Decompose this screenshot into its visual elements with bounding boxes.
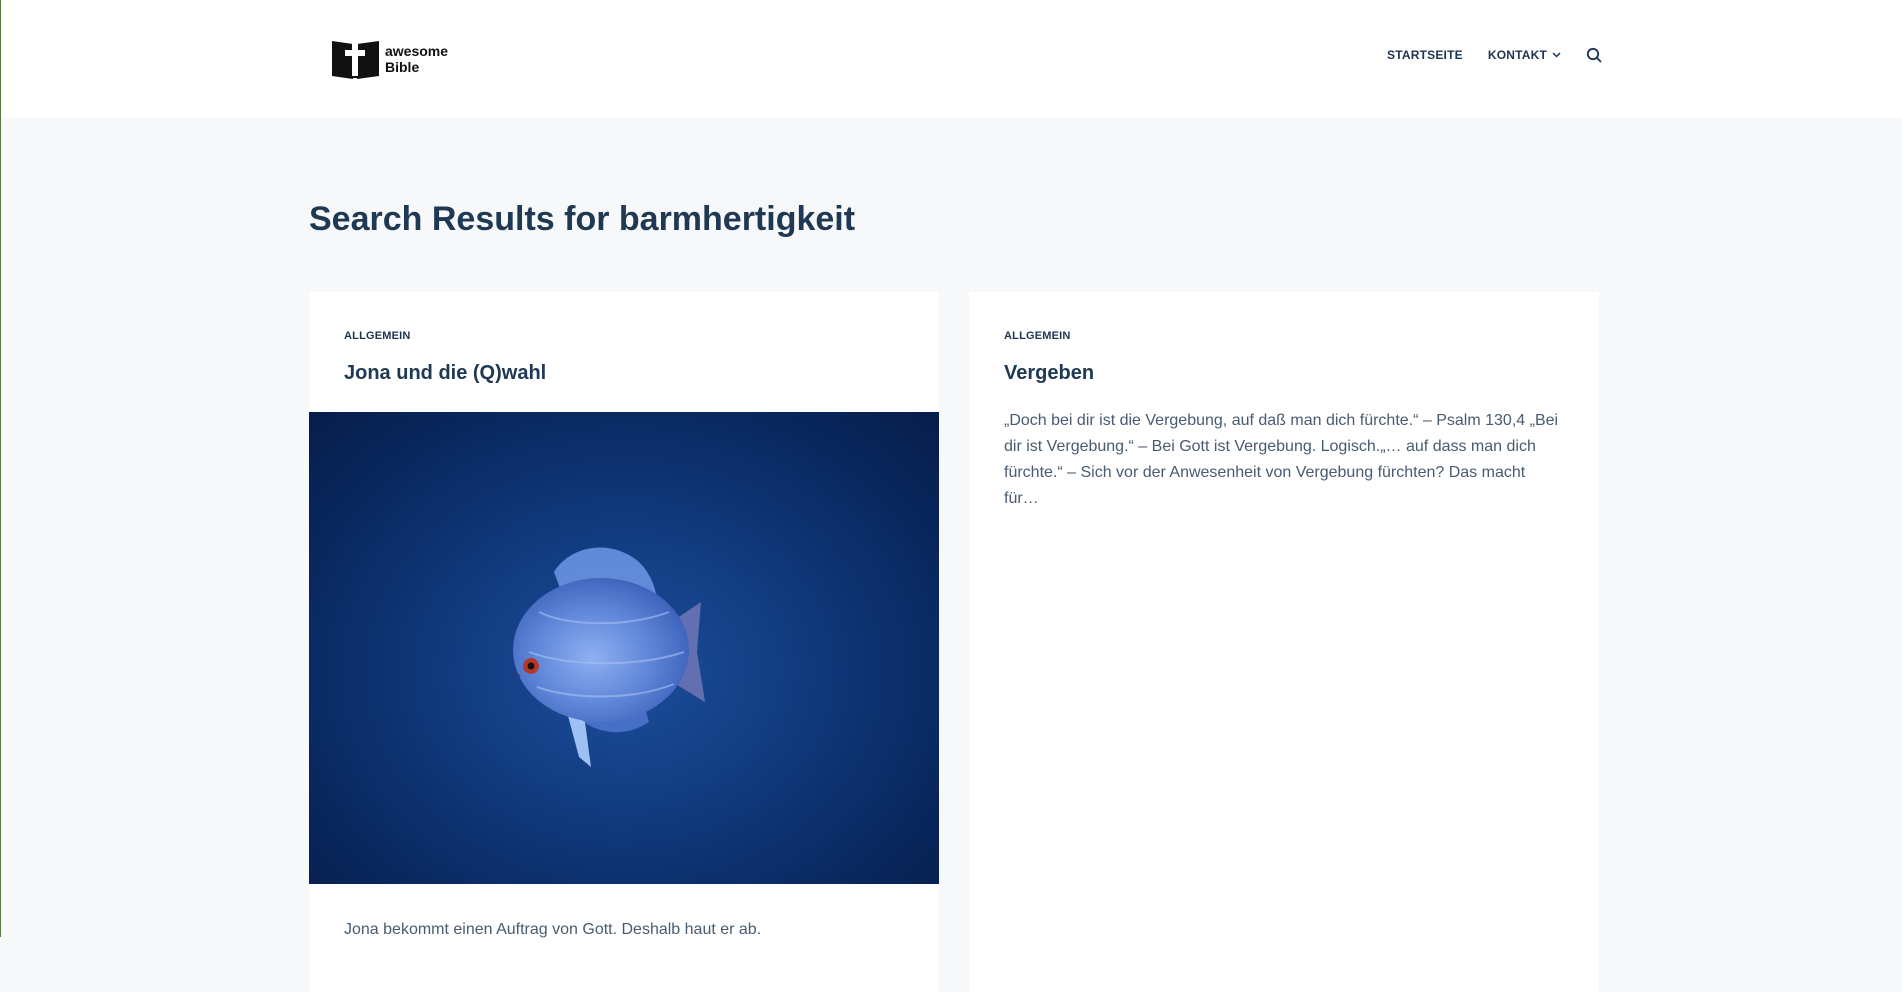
post-title[interactable]: Jona und die (Q)wahl xyxy=(344,362,546,385)
post-card: ALLGEMEIN Jona und die (Q)wahl Jona beko… xyxy=(309,292,939,992)
site-logo[interactable]: awesome Bible xyxy=(331,38,448,80)
post-card: ALLGEMEIN Vergeben „Doch bei dir ist die… xyxy=(969,292,1599,992)
post-excerpt: „Doch bei dir ist die Vergebung, auf daß… xyxy=(1004,412,1559,507)
post-category[interactable]: ALLGEMEIN xyxy=(344,330,411,342)
fish-image xyxy=(512,547,705,767)
main-content: Search Results for barmhertigkeit ALLGEM… xyxy=(309,118,1600,992)
window-edge xyxy=(0,0,1,937)
logo-text: awesome Bible xyxy=(385,43,448,75)
post-thumbnail[interactable] xyxy=(309,412,939,884)
main-navigation: STARTSEITE KONTAKT xyxy=(1387,47,1602,63)
chevron-down-icon xyxy=(1552,52,1561,58)
nav-item-startseite[interactable]: STARTSEITE xyxy=(1387,48,1463,62)
page-title: Search Results for barmhertigkeit xyxy=(309,200,856,238)
search-button[interactable] xyxy=(1586,47,1602,63)
bible-cross-icon xyxy=(332,40,379,79)
post-title[interactable]: Vergeben xyxy=(1004,362,1094,385)
post-category[interactable]: ALLGEMEIN xyxy=(1004,330,1071,342)
logo-line-1: awesome xyxy=(385,43,449,59)
site-header: awesome Bible STARTSEITE KONTAKT xyxy=(1,0,1902,118)
logo-line-2: Bible xyxy=(385,59,420,75)
post-excerpt: Jona bekommt einen Auftrag von Gott. Des… xyxy=(344,921,762,938)
nav-item-label: STARTSEITE xyxy=(1387,48,1463,62)
search-results-grid: ALLGEMEIN Jona und die (Q)wahl Jona beko… xyxy=(309,292,1600,992)
nav-item-label: KONTAKT xyxy=(1487,48,1547,62)
nav-item-kontakt[interactable]: KONTAKT xyxy=(1488,48,1561,62)
search-icon xyxy=(1586,47,1602,63)
